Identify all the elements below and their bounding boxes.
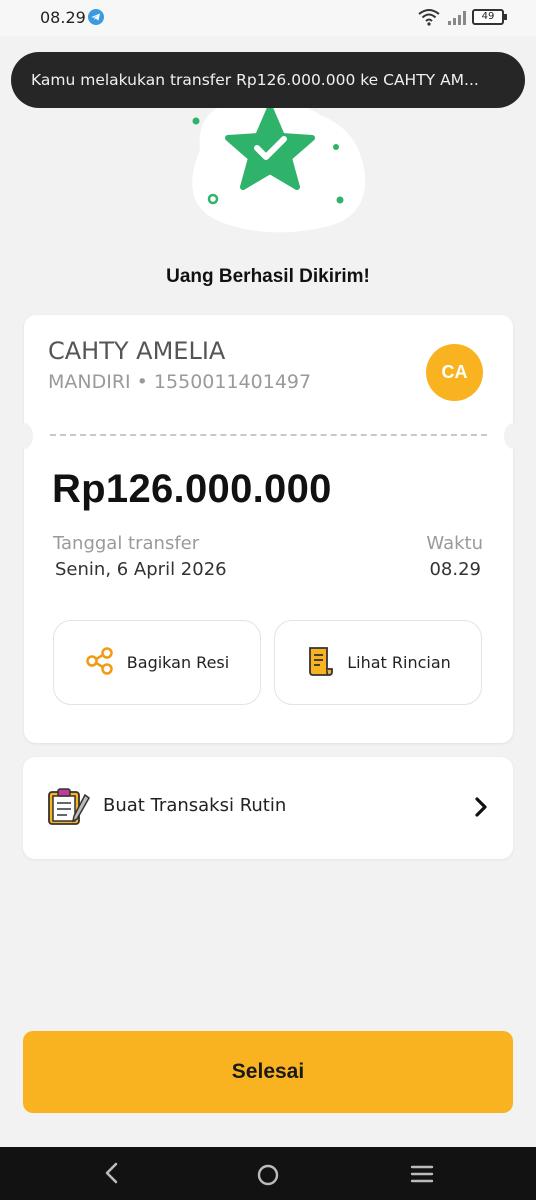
success-star-illustration bbox=[160, 90, 380, 240]
telegram-icon bbox=[88, 9, 104, 25]
clipboard-icon bbox=[47, 787, 91, 831]
recipient-bank-account: MANDIRI • 1550011401497 bbox=[48, 371, 312, 393]
receipt-icon bbox=[305, 645, 335, 681]
transfer-amount: Rp126.000.000 bbox=[52, 467, 332, 511]
ticket-notch bbox=[15, 423, 33, 449]
transfer-date-label: Tanggal transfer bbox=[53, 533, 200, 554]
share-receipt-label: Bagikan Resi bbox=[126, 653, 230, 672]
nav-home-icon[interactable] bbox=[256, 1163, 280, 1191]
success-title: Uang Berhasil Dikirim! bbox=[166, 266, 370, 287]
receipt-card: CAHTY AMELIA MANDIRI • 1550011401497 CA … bbox=[15, 315, 522, 743]
nav-back-icon[interactable] bbox=[100, 1160, 124, 1190]
status-bar: 08.29 49 bbox=[0, 0, 536, 36]
recipient-name: CAHTY AMELIA bbox=[48, 337, 226, 365]
view-details-button[interactable]: Lihat Rincian bbox=[274, 620, 482, 705]
share-icon bbox=[85, 646, 115, 680]
routine-transaction-row[interactable]: Buat Transaksi Rutin bbox=[23, 757, 513, 859]
system-nav-bar bbox=[0, 1147, 536, 1200]
view-details-label: Lihat Rincian bbox=[347, 653, 451, 672]
routine-transaction-label: Buat Transaksi Rutin bbox=[103, 795, 287, 816]
transfer-date-value: Senin, 6 April 2026 bbox=[55, 559, 227, 580]
avatar: CA bbox=[426, 344, 483, 401]
ticket-notch bbox=[504, 423, 522, 449]
ticket-divider bbox=[50, 434, 487, 436]
done-button[interactable]: Selesai bbox=[23, 1031, 513, 1113]
transfer-time-label: Waktu bbox=[426, 533, 483, 554]
transfer-toast: Kamu melakukan transfer Rp126.000.000 ke… bbox=[11, 52, 525, 108]
nav-menu-icon[interactable] bbox=[410, 1164, 434, 1188]
battery-icon: 49 bbox=[472, 9, 507, 25]
wifi-icon bbox=[418, 8, 440, 30]
status-time: 08.29 bbox=[40, 8, 86, 27]
share-receipt-button[interactable]: Bagikan Resi bbox=[53, 620, 261, 705]
signal-icon bbox=[448, 10, 466, 29]
transfer-time-value: 08.29 bbox=[429, 559, 481, 580]
chevron-right-icon bbox=[473, 796, 489, 822]
